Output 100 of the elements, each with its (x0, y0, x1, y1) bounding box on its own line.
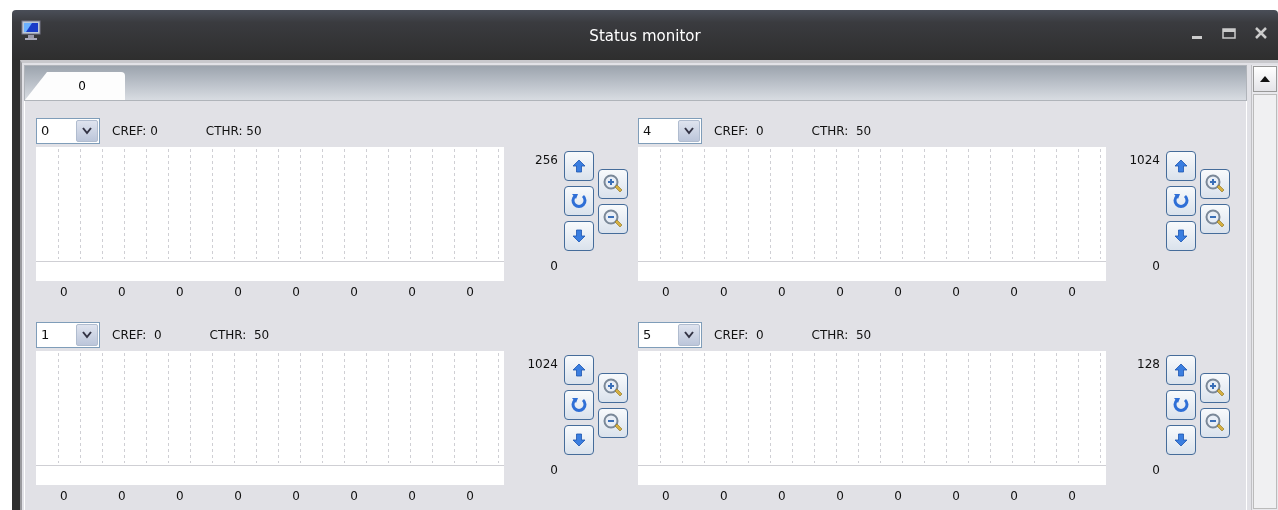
scroll-down-button[interactable] (564, 221, 594, 251)
axis-label: 0 (836, 285, 844, 299)
axis-label: 0 (1068, 489, 1076, 503)
circular-arrow-icon (1172, 192, 1190, 210)
reset-button[interactable] (1166, 186, 1196, 216)
axis-label: 0 (550, 463, 558, 477)
axis-label: 0 (720, 285, 728, 299)
arrow-down-icon (572, 229, 586, 243)
axis-label: 0 (952, 285, 960, 299)
tab[interactable]: 0 (25, 72, 125, 100)
zoom-out-icon (1204, 412, 1226, 434)
axis-label: 0 (118, 489, 126, 503)
zoom-out-icon (1204, 208, 1226, 230)
reset-button[interactable] (564, 186, 594, 216)
channel-dropdown[interactable]: 0 (36, 118, 100, 144)
zoom-out-icon (602, 412, 624, 434)
axis-label: 0 (894, 489, 902, 503)
axis-label: 0 (1152, 259, 1160, 273)
circular-arrow-icon (1172, 396, 1190, 414)
cthr-label: CTHR: 50 (209, 328, 270, 342)
axis-label: 0 (234, 285, 242, 299)
axis-label: 0 (292, 285, 300, 299)
axis-label: 0 (662, 489, 670, 503)
scrollbar[interactable] (1251, 65, 1278, 510)
monitor-icon (20, 19, 42, 41)
axis-label: 0 (952, 489, 960, 503)
reset-button[interactable] (1166, 390, 1196, 420)
axis-label: 0 (894, 285, 902, 299)
arrow-up-icon (1174, 159, 1188, 173)
axis-label: 1024 (1129, 153, 1160, 167)
zoom-out-button[interactable] (598, 408, 628, 438)
arrow-up-icon (1174, 363, 1188, 377)
cref-label: CREF: 0 (714, 328, 764, 342)
arrow-up-icon (572, 363, 586, 377)
zoom-in-button[interactable] (598, 169, 628, 199)
axis-label: 0 (176, 489, 184, 503)
axis-label: 0 (836, 489, 844, 503)
axis-label: 0 (1010, 489, 1018, 503)
axis-label: 0 (60, 285, 68, 299)
channel-dropdown[interactable]: 1 (36, 322, 100, 348)
triangle-up-icon (1260, 76, 1270, 82)
axis-label: 0 (350, 489, 358, 503)
axis-label: 0 (408, 285, 416, 299)
axis-label: 256 (535, 153, 558, 167)
zoom-in-icon (602, 377, 624, 399)
axis-label: 0 (778, 285, 786, 299)
arrow-up-icon (572, 159, 586, 173)
chevron-down-icon (82, 331, 92, 339)
scroll-down-button[interactable] (1166, 221, 1196, 251)
axis-label: 0 (292, 489, 300, 503)
cthr-label: CTHR: 50 (205, 124, 262, 138)
axis-label: 0 (1152, 463, 1160, 477)
cref-label: CREF: 0 (112, 328, 162, 342)
axis-label: 0 (550, 259, 558, 273)
close-icon (1255, 27, 1267, 39)
reset-button[interactable] (564, 390, 594, 420)
minimize-icon (1192, 36, 1202, 39)
channel-dropdown[interactable]: 4 (638, 118, 702, 144)
axis-label: 0 (778, 489, 786, 503)
zoom-in-button[interactable] (598, 373, 628, 403)
axis-label: 0 (1010, 285, 1018, 299)
cthr-label: CTHR: 50 (811, 124, 872, 138)
axis-label: 0 (720, 489, 728, 503)
zoom-out-button[interactable] (598, 204, 628, 234)
zoom-in-icon (1204, 377, 1226, 399)
zoom-in-icon (602, 173, 624, 195)
maximize-icon (1222, 27, 1236, 39)
zoom-out-button[interactable] (1200, 408, 1230, 438)
zoom-in-icon (1204, 173, 1226, 195)
axis-label: 0 (350, 285, 358, 299)
scroll-down-button[interactable] (564, 425, 594, 455)
arrow-down-icon (1174, 433, 1188, 447)
axis-label: 0 (1068, 285, 1076, 299)
axis-label: 0 (118, 285, 126, 299)
axis-label: 0 (60, 489, 68, 503)
scroll-up-button[interactable] (1253, 66, 1277, 92)
zoom-out-icon (602, 208, 624, 230)
arrow-down-icon (1174, 229, 1188, 243)
zoom-in-button[interactable] (1200, 169, 1230, 199)
chevron-down-icon (82, 127, 92, 135)
axis-label: 128 (1137, 357, 1160, 371)
circular-arrow-icon (570, 192, 588, 210)
arrow-down-icon (572, 433, 586, 447)
cref-label: CREF: 0 (112, 124, 158, 138)
axis-label: 0 (176, 285, 184, 299)
axis-label: 0 (234, 489, 242, 503)
window-title: Status monitor (589, 27, 701, 45)
chevron-down-icon (684, 331, 694, 339)
axis-label: 0 (466, 285, 474, 299)
zoom-out-button[interactable] (1200, 204, 1230, 234)
axis-label: 1024 (527, 357, 558, 371)
axis-label: 0 (662, 285, 670, 299)
axis-label: 0 (466, 489, 474, 503)
circular-arrow-icon (570, 396, 588, 414)
zoom-in-button[interactable] (1200, 373, 1230, 403)
cref-label: CREF: 0 (714, 124, 764, 138)
axis-label: 0 (408, 489, 416, 503)
channel-dropdown[interactable]: 5 (638, 322, 702, 348)
scroll-down-button[interactable] (1166, 425, 1196, 455)
chevron-down-icon (684, 127, 694, 135)
